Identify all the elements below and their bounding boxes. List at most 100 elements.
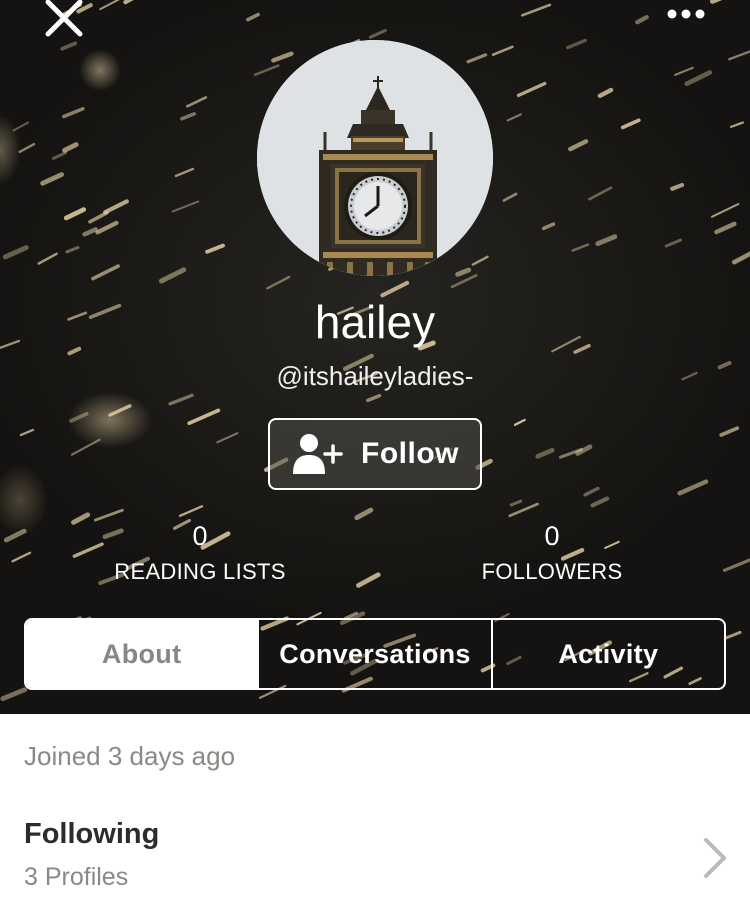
rain-streak xyxy=(731,251,750,265)
chevron-right-icon xyxy=(704,838,726,878)
close-icon xyxy=(45,0,83,37)
rain-streak xyxy=(0,687,28,701)
rain-streak xyxy=(368,28,387,39)
avatar[interactable] xyxy=(257,40,493,276)
rain-streak xyxy=(91,264,120,281)
rain-streak xyxy=(508,502,539,518)
tab-activity[interactable]: Activity xyxy=(490,620,724,688)
rain-streak xyxy=(168,393,194,406)
rain-streak xyxy=(37,252,58,265)
rain-streak xyxy=(588,186,613,201)
rain-streak xyxy=(674,66,694,76)
followers-count: 0 xyxy=(544,521,560,551)
rain-streak xyxy=(710,0,723,4)
rain-streak xyxy=(466,53,488,64)
rain-streak xyxy=(729,121,744,128)
add-user-icon xyxy=(293,434,343,474)
rain-streak xyxy=(635,15,649,25)
rain-streak xyxy=(670,182,685,191)
rain-streak xyxy=(455,267,472,277)
rain-streak xyxy=(11,551,32,563)
profile-header: hailey @itshaileyladies- Follow 0 READIN… xyxy=(0,0,750,714)
rain-streak xyxy=(722,558,750,572)
rain-streak xyxy=(719,426,740,437)
rain-streak xyxy=(205,243,225,254)
rain-streak xyxy=(19,428,35,437)
following-title: Following xyxy=(24,818,160,850)
reading-lists-label: READING LISTS xyxy=(114,559,286,584)
rain-streak xyxy=(266,275,291,290)
rain-streak xyxy=(583,486,600,497)
rain-streak xyxy=(186,96,208,108)
rain-streak xyxy=(103,199,129,215)
rain-streak xyxy=(513,418,526,426)
rain-streak xyxy=(12,121,30,132)
tab-about[interactable]: About xyxy=(26,620,258,688)
more-horizontal-icon xyxy=(667,9,705,19)
rain-streak xyxy=(3,528,27,543)
rain-streak xyxy=(535,447,555,459)
profile-handle: @itshaileyladies- xyxy=(276,361,474,391)
rain-streak xyxy=(597,87,614,99)
rain-streak xyxy=(63,207,87,221)
rain-streak xyxy=(180,112,197,121)
rain-streak xyxy=(40,172,64,186)
reading-lists-stat[interactable]: 0 READING LISTS xyxy=(70,518,330,588)
rain-streak xyxy=(541,222,556,231)
clock-tower-image xyxy=(257,40,493,276)
rain-streak xyxy=(595,234,618,247)
rain-streak xyxy=(62,106,85,119)
more-options-button[interactable] xyxy=(662,2,712,26)
rain-streak xyxy=(99,0,120,11)
rain-streak xyxy=(253,64,280,77)
rain-streak xyxy=(684,70,713,87)
rain-streak xyxy=(491,45,514,56)
followers-stat[interactable]: 0 FOLLOWERS xyxy=(422,518,682,588)
following-row[interactable]: Following 3 Profiles xyxy=(0,806,750,916)
rain-streak xyxy=(356,572,381,588)
rain-streak xyxy=(271,51,294,63)
rain-streak xyxy=(69,411,89,423)
rain-streak xyxy=(95,220,119,235)
rain-streak xyxy=(2,245,29,260)
rain-streak xyxy=(70,438,101,456)
rain-streak xyxy=(710,203,740,218)
rain-streak xyxy=(108,404,132,417)
rain-streak xyxy=(714,221,737,235)
rain-streak xyxy=(509,499,523,507)
follow-button[interactable]: Follow xyxy=(268,418,482,490)
profile-tabs: About Conversations Activity xyxy=(24,618,726,690)
rain-streak xyxy=(246,12,260,22)
rain-streak xyxy=(571,243,590,252)
rain-streak xyxy=(174,167,195,178)
rain-streak xyxy=(354,507,374,521)
rain-streak xyxy=(566,38,587,50)
rain-streak xyxy=(123,0,134,5)
rain-streak xyxy=(471,255,489,266)
rain-streak xyxy=(664,238,683,248)
rain-streak xyxy=(216,432,239,444)
rain-streak xyxy=(590,496,610,508)
rain-streak xyxy=(60,41,78,51)
rain-streak xyxy=(65,246,80,254)
rain-streak xyxy=(171,200,200,213)
rain-streak xyxy=(677,479,709,496)
joined-date: Joined 3 days ago xyxy=(24,741,236,771)
rain-streak xyxy=(450,273,478,289)
rain-streak xyxy=(178,505,204,517)
following-count: 3 Profiles xyxy=(24,863,129,891)
rain-streak xyxy=(568,139,589,152)
close-button[interactable] xyxy=(40,0,90,44)
rain-streak xyxy=(516,81,547,98)
rain-streak xyxy=(575,444,593,456)
rain-streak xyxy=(62,142,79,153)
tab-conversations[interactable]: Conversations xyxy=(257,620,490,688)
rain-streak xyxy=(520,3,552,17)
profile-screen: hailey @itshaileyladies- Follow 0 READIN… xyxy=(0,0,750,916)
rain-streak xyxy=(158,267,187,284)
reading-lists-count: 0 xyxy=(192,521,208,551)
rain-streak xyxy=(366,393,382,403)
rain-streak xyxy=(187,408,221,426)
rain-streak xyxy=(82,227,98,237)
rain-streak xyxy=(620,118,641,130)
